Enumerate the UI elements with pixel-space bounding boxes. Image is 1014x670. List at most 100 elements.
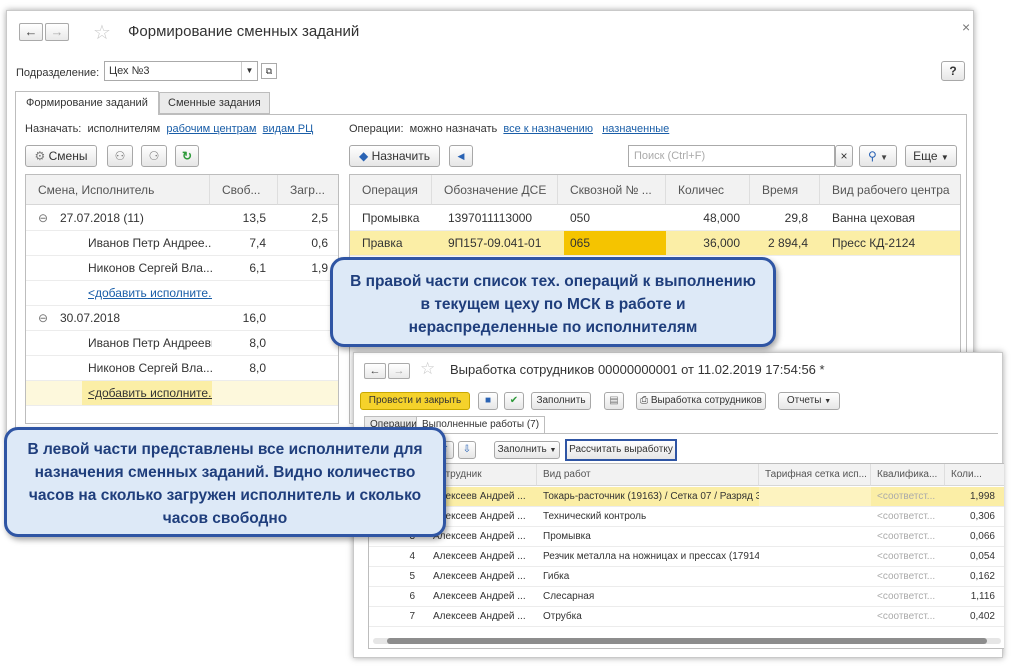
col-load[interactable]: Загр...: [278, 175, 338, 205]
work-row[interactable]: 6 Алексеев Андрей ... Слесарная <соответст.…: [369, 587, 1004, 607]
save-icon-button[interactable]: ■: [478, 392, 498, 410]
work-type: Резчик металла на ножницах и прессах (17…: [543, 551, 759, 562]
shifts-button[interactable]: ⚙ Смены: [25, 145, 97, 167]
collapse-icon[interactable]: ⊖: [38, 306, 48, 330]
employee-name: Алексеев Андрей ...: [433, 591, 526, 602]
more-button[interactable]: Еще ▼: [905, 145, 957, 167]
col-free[interactable]: Своб...: [210, 175, 278, 205]
performer-name: Иванов Петр Андрее...: [88, 236, 212, 250]
star-icon[interactable]: ☆: [93, 20, 111, 45]
subdivision-field[interactable]: Цех №3 ▼: [104, 61, 258, 81]
scrollbar-thumb[interactable]: [387, 638, 987, 644]
fill2-button[interactable]: Заполнить ▼: [494, 441, 560, 459]
output-star-icon[interactable]: ☆: [420, 359, 435, 379]
shift-group-row[interactable]: ⊖ 27.07.2018 (11) 13,5 2,5: [26, 206, 338, 231]
col-quantity[interactable]: Количес: [666, 175, 750, 205]
performer-row[interactable]: <добавить исполните...: [26, 381, 338, 406]
ops-can-assign[interactable]: можно назначать: [410, 123, 498, 135]
load-hours: 2,5: [311, 211, 328, 225]
search-clear-button[interactable]: ×: [835, 145, 853, 167]
report-button[interactable]: ⎙ Выработка сотрудников: [636, 392, 766, 410]
col-operation[interactable]: Операция: [350, 175, 432, 205]
assign-text: Назначать:: [25, 123, 82, 135]
col-workcenter-type[interactable]: Вид рабочего центра: [820, 175, 960, 205]
assign-option-performers[interactable]: исполнителям: [88, 123, 161, 135]
search-placeholder: Поиск (Ctrl+F): [634, 150, 706, 162]
back-arrow-button[interactable]: ◀: [449, 145, 473, 167]
ops-link-assigned[interactable]: назначенные: [602, 123, 669, 135]
free-hours: 6,1: [249, 261, 266, 275]
col-qualification[interactable]: Квалифика...: [871, 464, 945, 486]
work-type: Токарь-расточник (19163) / Сетка 07 / Ра…: [543, 491, 759, 502]
reports-button[interactable]: Отчеты ▼: [778, 392, 840, 410]
down-arrow-button[interactable]: ⇩: [458, 441, 476, 459]
col-work-type[interactable]: Вид работ: [537, 464, 759, 486]
dse-code: 1397011113000: [448, 211, 533, 225]
assign-option-wctypes[interactable]: видам РЦ: [263, 123, 314, 135]
output-window: ← → ☆ Выработка сотрудников 00000000001 …: [353, 352, 1004, 658]
col-tariff-grid[interactable]: Тарифная сетка исп...: [759, 464, 871, 486]
search-input[interactable]: Поиск (Ctrl+F): [628, 145, 835, 167]
performer-row[interactable]: Никонов Сергей Вла... 6,1 1,9: [26, 256, 338, 281]
col-dse[interactable]: Обозначение ДСЕ: [432, 175, 558, 205]
performer-row[interactable]: Никонов Сергей Вла... 8,0: [26, 356, 338, 381]
col-shift-performer[interactable]: Смена, Исполнитель: [26, 175, 210, 205]
help-button[interactable]: ?: [941, 61, 965, 81]
work-row[interactable]: 3Алексеев Андрей ...Промывка<соответст..…: [369, 527, 1004, 547]
close-button[interactable]: ×: [962, 19, 970, 35]
work-quantity: 0,054: [969, 551, 995, 562]
ops-label: Операции:: [349, 123, 404, 135]
tab-formirovanie[interactable]: Формирование заданий: [15, 91, 159, 115]
dropdown-icon[interactable]: ▼: [241, 62, 257, 80]
performer-row[interactable]: Иванов Петр Андрее... 7,4 0,6: [26, 231, 338, 256]
qualification: <соответст...: [877, 611, 936, 622]
assign-option-workcenters[interactable]: рабочим центрам: [166, 123, 256, 135]
work-type: Слесарная: [543, 591, 595, 602]
collapse-icon[interactable]: ⊖: [38, 206, 48, 230]
performer-name: Никонов Сергей Вла...: [88, 361, 212, 375]
col-time[interactable]: Время: [750, 175, 820, 205]
work-row[interactable]: 5 Алексеев Андрей ... Гибка <соответст... 0,…: [369, 567, 1004, 587]
tab-smennye[interactable]: Сменные задания: [159, 92, 270, 114]
refresh-button[interactable]: ↻: [175, 145, 199, 167]
assign-button[interactable]: ◆ Назначить: [349, 145, 440, 167]
row-number: 6: [409, 591, 415, 602]
work-row[interactable]: 2Алексеев Андрей ...Технический контроль…: [369, 507, 1004, 527]
horizontal-scrollbar[interactable]: [373, 638, 1001, 644]
subdivision-label: Подразделение:: [16, 67, 100, 79]
forward-button[interactable]: →: [45, 23, 69, 41]
ops-link-all[interactable]: все к назначению: [503, 123, 593, 135]
fill-button[interactable]: Заполнить: [531, 392, 591, 410]
col-quantity2[interactable]: Коли...: [945, 464, 1004, 486]
output-back-button[interactable]: ←: [364, 363, 386, 379]
work-quantity: 0,306: [969, 511, 995, 522]
back-button[interactable]: ←: [19, 23, 43, 41]
operation-row[interactable]: Правка 9П157-09.041-01 065 36,000 2 894,4 Пре…: [350, 231, 960, 256]
load-hours: [278, 306, 334, 330]
tariff-grid: [759, 607, 871, 626]
search-button[interactable]: ⚲ ▼: [859, 145, 897, 167]
performer-row[interactable]: <добавить исполните...: [26, 281, 338, 306]
document-icon-button[interactable]: ▤: [604, 392, 624, 410]
col-through-num[interactable]: Сквозной № ...: [558, 175, 666, 205]
operation-row[interactable]: Промывка 1397011113000 050 48,000 29,8 Ванна …: [350, 206, 960, 231]
work-row[interactable]: 7 Алексеев Андрей ... Отрубка <соответст...…: [369, 607, 1004, 627]
output-forward-button[interactable]: →: [388, 363, 410, 379]
through-number: 050: [570, 211, 591, 225]
performer-row[interactable]: Иванов Петр Андреевич 8,0: [26, 331, 338, 356]
work-row[interactable]: 4 Алексеев Андрей ... Резчик металла на но…: [369, 547, 1004, 567]
calc-output-button[interactable]: Рассчитать выработку: [565, 439, 677, 461]
post-icon-button[interactable]: ✔: [504, 392, 524, 410]
open-icon[interactable]: ⧉: [261, 63, 277, 79]
add-performer-icon-button[interactable]: ⚇: [107, 145, 133, 167]
remove-performer-icon-button[interactable]: ⚆: [141, 145, 167, 167]
operation-name: Правка: [362, 236, 403, 250]
print-icon: ⎙: [640, 395, 649, 406]
load-hours: 1,9: [311, 261, 328, 275]
more-label: Еще: [913, 149, 938, 163]
post-close-button[interactable]: Провести и закрыть: [360, 392, 470, 410]
shift-group-row[interactable]: ⊖ 30.07.2018 16,0: [26, 306, 338, 331]
work-row[interactable]: 1Алексеев Андрей ...Токарь-расточник (19…: [369, 487, 1004, 507]
performer-name: <добавить исполните...: [88, 286, 212, 300]
fill2-label: Заполнить: [497, 444, 547, 455]
